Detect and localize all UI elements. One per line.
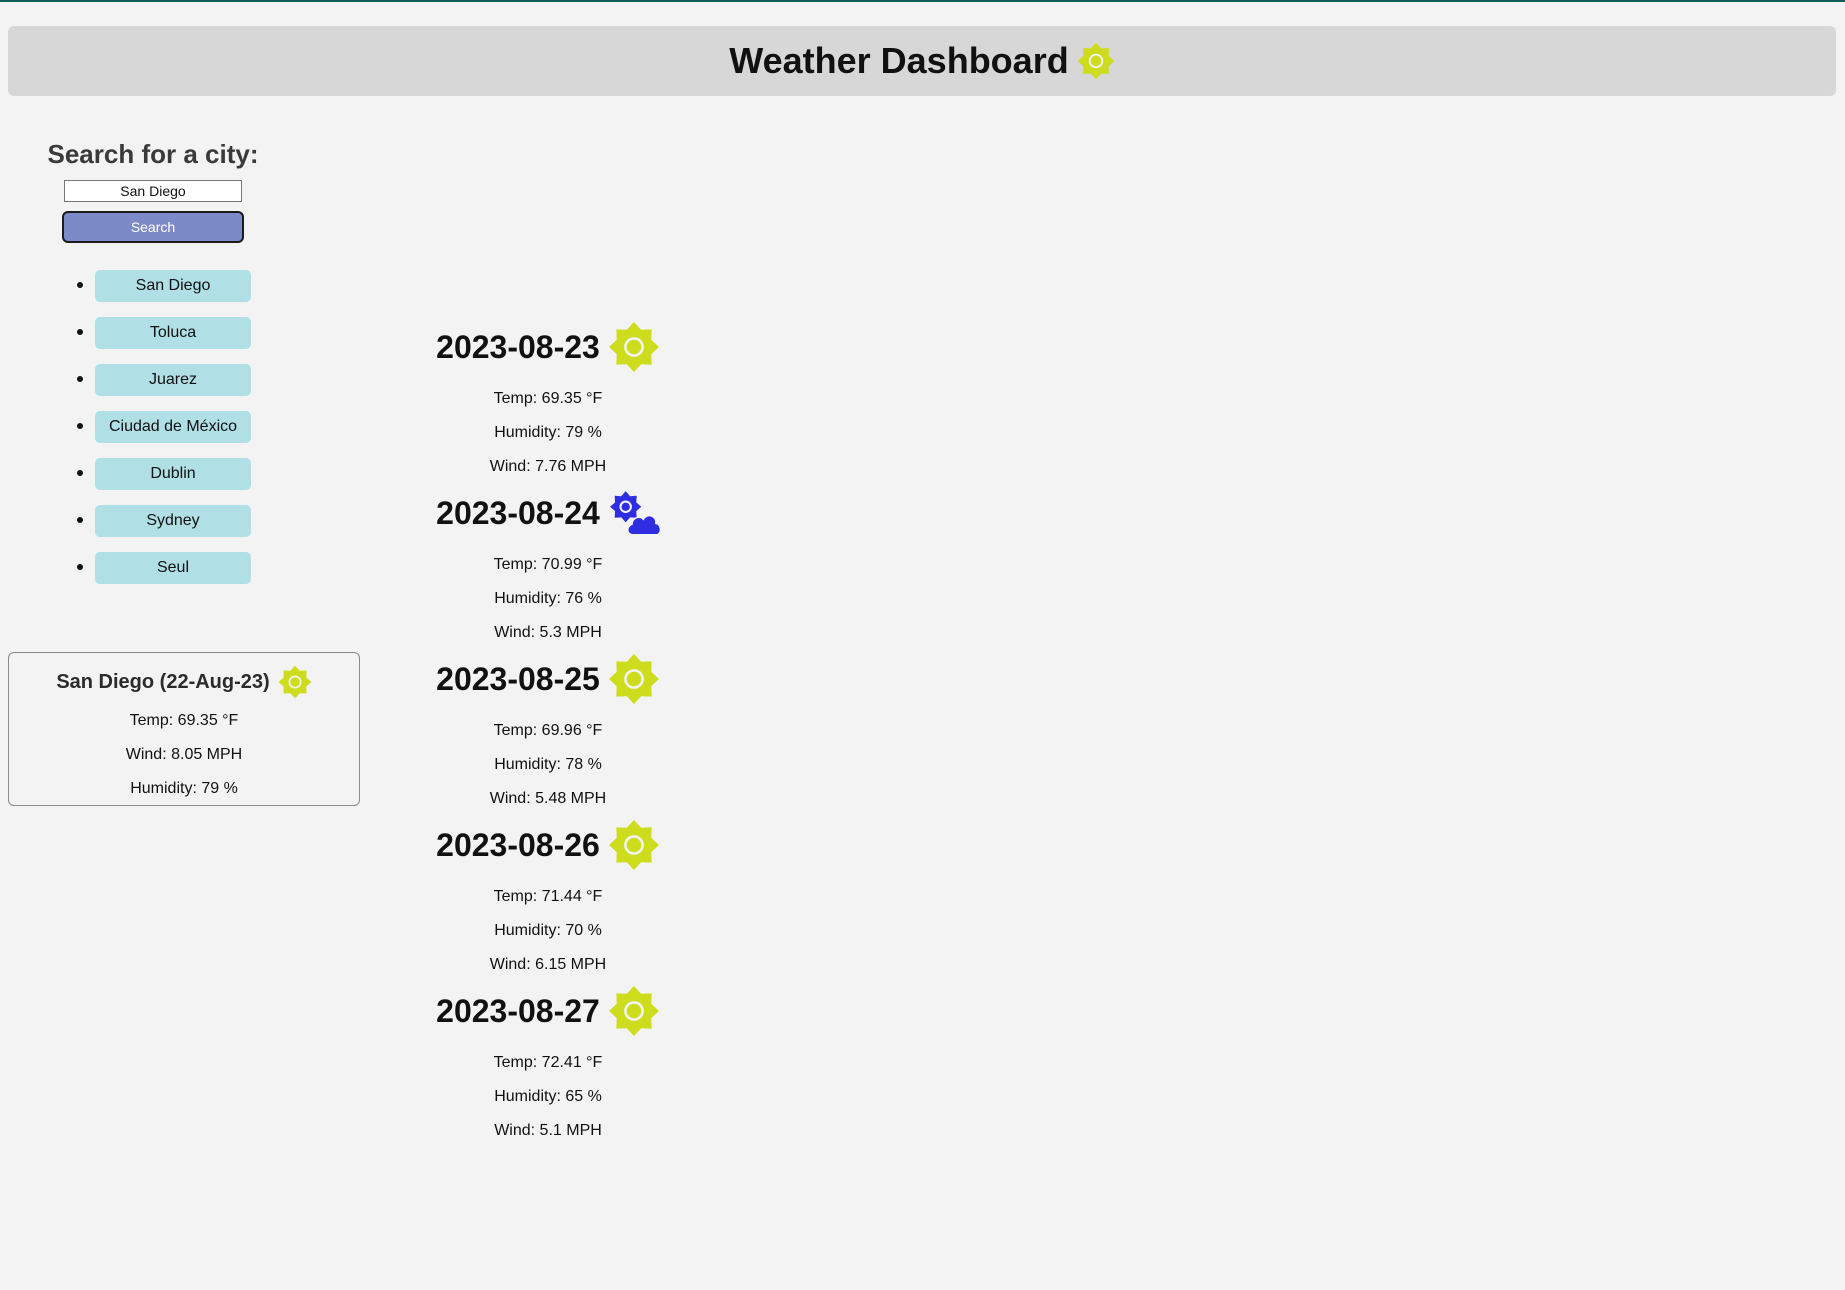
history-city-button[interactable]: Juarez	[95, 364, 251, 396]
forecast-temp: Temp: 69.35 °F	[493, 390, 603, 407]
history-city-button[interactable]: Sydney	[95, 505, 251, 537]
page-title: Weather Dashboard	[729, 40, 1114, 82]
forecast-day: 2023-08-24 Temp: 70.99 °F Humidity: 76 %…	[398, 484, 698, 650]
forecast-date: 2023-08-27	[398, 982, 698, 1040]
search-panel: Search for a city: Search	[8, 134, 298, 243]
current-city-date: San Diego (22-Aug-23)	[56, 670, 270, 693]
forecast-temp: Temp: 70.99 °F	[493, 556, 603, 573]
forecast-date: 2023-08-24	[398, 484, 698, 542]
history-city-button[interactable]: San Diego	[95, 270, 251, 302]
forecast-date: 2023-08-25	[398, 650, 698, 708]
forecast-day: 2023-08-23 Temp: 69.35 °F Humidity: 79 %…	[398, 318, 698, 484]
current-weather-title: San Diego (22-Aug-23)	[9, 665, 359, 699]
forecast-wind: Wind: 5.1 MPH	[494, 1122, 602, 1139]
page-title-text: Weather Dashboard	[729, 40, 1069, 81]
forecast-date-text: 2023-08-27	[436, 992, 600, 1029]
search-button[interactable]: Search	[62, 211, 244, 243]
forecast-humidity: Humidity: 70 %	[494, 922, 602, 939]
forecast-date: 2023-08-23	[398, 318, 698, 376]
forecast-day: 2023-08-25 Temp: 69.96 °F Humidity: 78 %…	[398, 650, 698, 816]
history-city-button[interactable]: Ciudad de México	[95, 411, 251, 443]
forecast-date-text: 2023-08-24	[436, 494, 600, 531]
forecast-temp: Temp: 69.96 °F	[493, 722, 603, 739]
forecast-date: 2023-08-26	[398, 816, 698, 874]
forecast-wind: Wind: 7.76 MPH	[489, 458, 607, 475]
forecast-temp: Temp: 71.44 °F	[493, 888, 603, 905]
forecast-date-text: 2023-08-26	[436, 826, 600, 863]
forecast-wind: Wind: 5.48 MPH	[489, 790, 607, 807]
history-city-button[interactable]: Dublin	[95, 458, 251, 490]
sun-icon	[608, 653, 660, 705]
sun-icon	[1077, 42, 1115, 80]
partly-cloudy-icon	[608, 487, 662, 539]
page-header: Weather Dashboard	[8, 26, 1836, 96]
forecast-day: 2023-08-27 Temp: 72.41 °F Humidity: 65 %…	[398, 982, 698, 1148]
search-heading: Search for a city:	[47, 139, 259, 169]
current-humidity: Humidity: 79 %	[130, 780, 238, 797]
sun-icon	[278, 665, 312, 699]
forecast-list: 2023-08-23 Temp: 69.35 °F Humidity: 79 %…	[398, 318, 698, 1148]
forecast-wind: Wind: 6.15 MPH	[489, 956, 607, 973]
forecast-date-text: 2023-08-25	[436, 660, 600, 697]
forecast-humidity: Humidity: 76 %	[494, 590, 602, 607]
current-wind: Wind: 8.05 MPH	[125, 746, 243, 763]
forecast-day: 2023-08-26 Temp: 71.44 °F Humidity: 70 %…	[398, 816, 698, 982]
history-city-button[interactable]: Toluca	[95, 317, 251, 349]
sun-icon	[608, 819, 660, 871]
current-temp: Temp: 69.35 °F	[129, 712, 239, 729]
forecast-wind: Wind: 5.3 MPH	[494, 624, 602, 641]
sun-icon	[608, 321, 660, 373]
history-city-button[interactable]: Seul	[95, 552, 251, 584]
search-input[interactable]	[64, 180, 242, 202]
forecast-humidity: Humidity: 78 %	[494, 756, 602, 773]
sun-icon	[608, 985, 660, 1037]
current-weather-card: San Diego (22-Aug-23) Temp: 69.35 °F Win…	[8, 652, 360, 806]
forecast-date-text: 2023-08-23	[436, 328, 600, 365]
forecast-humidity: Humidity: 79 %	[494, 424, 602, 441]
forecast-humidity: Humidity: 65 %	[494, 1088, 602, 1105]
forecast-temp: Temp: 72.41 °F	[493, 1054, 603, 1071]
